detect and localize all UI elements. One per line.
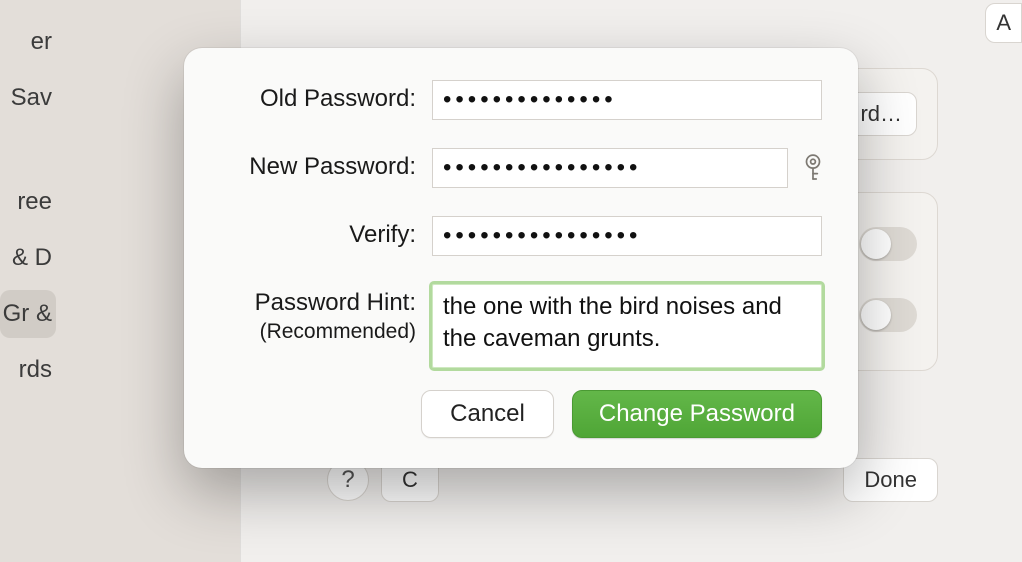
change-password-button[interactable]: Change Password bbox=[572, 390, 822, 438]
cancel-button[interactable]: Cancel bbox=[421, 390, 554, 438]
sidebar-item[interactable]: Sav bbox=[0, 74, 56, 122]
old-password-label: Old Password: bbox=[220, 84, 416, 114]
sidebar-item[interactable]: ree bbox=[0, 178, 56, 226]
sidebar-item[interactable]: rds bbox=[0, 346, 56, 394]
key-icon[interactable] bbox=[800, 153, 826, 183]
done-button[interactable]: Done bbox=[843, 458, 938, 502]
sidebar-item-selected[interactable]: & Gr bbox=[0, 290, 56, 338]
toggle-allow-2[interactable] bbox=[859, 298, 917, 332]
sidebar-item[interactable]: D & bbox=[0, 234, 56, 282]
old-password-field[interactable] bbox=[432, 80, 822, 120]
toolbar-button[interactable]: A bbox=[985, 3, 1022, 43]
password-hint-label: Password Hint: bbox=[220, 288, 416, 318]
new-password-field[interactable] bbox=[432, 148, 788, 188]
recommended-label: (Recommended) bbox=[220, 320, 416, 344]
sidebar-item[interactable]: er bbox=[0, 18, 56, 66]
new-password-label: New Password: bbox=[220, 152, 416, 182]
verify-label: Verify: bbox=[220, 220, 416, 250]
toggle-allow-1[interactable] bbox=[859, 227, 917, 261]
toolbar: A bbox=[985, 0, 1022, 44]
password-hint-field[interactable] bbox=[432, 284, 822, 368]
change-password-dialog: Old Password: New Password: Verif bbox=[184, 48, 858, 468]
verify-password-field[interactable] bbox=[432, 216, 822, 256]
